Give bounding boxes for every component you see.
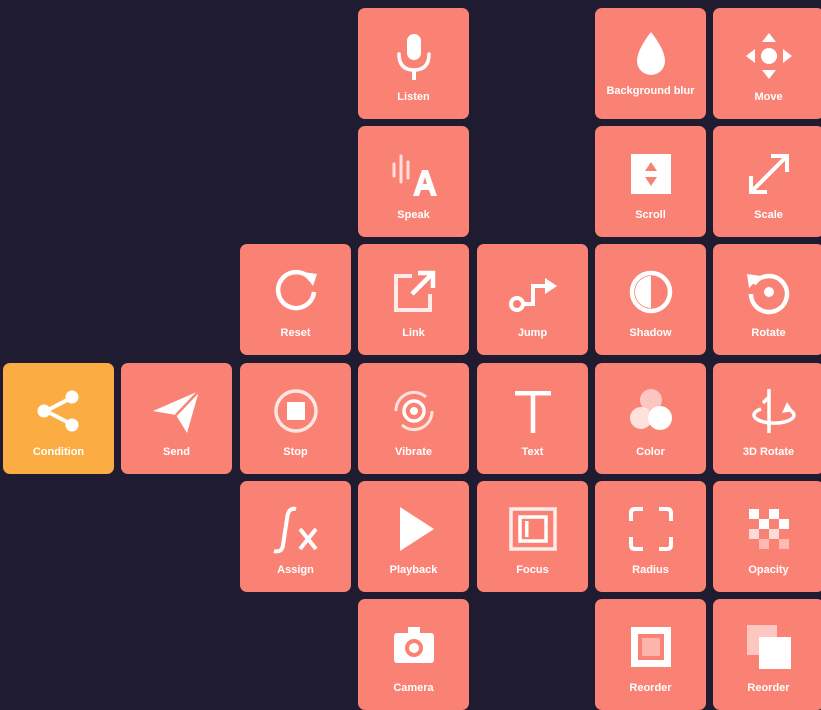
paper-plane-icon [121, 383, 232, 439]
tile-label: Vibrate [394, 446, 433, 458]
color-icon [595, 383, 706, 439]
tile-speak[interactable]: Speak [358, 126, 469, 237]
tile-label: Color [636, 446, 665, 458]
tile-label: Radius [632, 564, 669, 576]
scroll-icon [595, 146, 706, 202]
external-link-icon [358, 264, 469, 320]
scale-icon [713, 146, 821, 202]
tile-label: Scale [754, 209, 783, 221]
tile-label: Listen [397, 91, 430, 103]
tile-label: Jump [517, 327, 548, 339]
speak-icon [358, 146, 469, 202]
tile-label: Opacity [748, 564, 789, 576]
tile-opacity[interactable]: Opacity [713, 481, 821, 592]
microphone-icon [358, 28, 469, 84]
tile-label: Move [754, 91, 783, 103]
jump-icon [477, 264, 588, 320]
tile-label: Stop [283, 446, 308, 458]
tile-background-blur[interactable]: Background blur [595, 8, 706, 119]
tile-vibrate[interactable]: Vibrate [358, 363, 469, 474]
tile-stop[interactable]: Stop [240, 363, 351, 474]
stop-icon [240, 383, 351, 439]
move-arrows-icon [713, 28, 821, 84]
reset-icon [240, 264, 351, 320]
tile-label: Text [521, 446, 544, 458]
tile-send[interactable]: Send [121, 363, 232, 474]
opacity-icon [713, 501, 821, 557]
tile-condition[interactable]: Condition [3, 363, 114, 474]
share-icon [3, 383, 114, 439]
tile-label: Link [402, 327, 425, 339]
tile-label: Shadow [629, 327, 672, 339]
tile-camera[interactable]: Camera [358, 599, 469, 710]
tile-label: Reorder [747, 682, 790, 694]
tile-label: Assign [277, 564, 314, 576]
tile-move[interactable]: Move [713, 8, 821, 119]
tile-shadow[interactable]: Shadow [595, 244, 706, 355]
tile-label: Reorder [629, 682, 672, 694]
function-icon [240, 501, 351, 557]
tile-label: Focus [516, 564, 549, 576]
tile-label: Background blur [606, 85, 695, 97]
tile-label: Condition [32, 446, 85, 458]
play-icon [358, 501, 469, 557]
tile-reset[interactable]: Reset [240, 244, 351, 355]
tile-label: Rotate [751, 327, 786, 339]
tile-label: Playback [389, 564, 438, 576]
tile-focus[interactable]: Focus [477, 481, 588, 592]
tile-radius[interactable]: Radius [595, 481, 706, 592]
rotate-3d-icon [713, 383, 821, 439]
tile-scale[interactable]: Scale [713, 126, 821, 237]
tile-3d-rotate[interactable]: 3D Rotate [713, 363, 821, 474]
tile-playback[interactable]: Playback [358, 481, 469, 592]
tile-reorder-2[interactable]: Reorder [713, 599, 821, 710]
tile-label: Send [163, 446, 190, 458]
tile-label: Camera [393, 682, 434, 694]
tile-label: Speak [397, 209, 430, 221]
reorder-icon [595, 619, 706, 675]
text-icon [477, 383, 588, 439]
vibrate-icon [358, 383, 469, 439]
tile-label: 3D Rotate [742, 446, 795, 458]
radius-icon [595, 501, 706, 557]
tile-rotate[interactable]: Rotate [713, 244, 821, 355]
rotate-icon [713, 264, 821, 320]
tile-jump[interactable]: Jump [477, 244, 588, 355]
tile-text[interactable]: Text [477, 363, 588, 474]
focus-icon [477, 501, 588, 557]
camera-icon [358, 619, 469, 675]
tile-scroll[interactable]: Scroll [595, 126, 706, 237]
shadow-icon [595, 264, 706, 320]
tile-reorder-1[interactable]: Reorder [595, 599, 706, 710]
tile-listen[interactable]: Listen [358, 8, 469, 119]
tile-assign[interactable]: Assign [240, 481, 351, 592]
tile-color[interactable]: Color [595, 363, 706, 474]
tile-label: Reset [280, 327, 311, 339]
tile-link[interactable]: Link [358, 244, 469, 355]
tile-label: Scroll [635, 209, 666, 221]
droplet-icon [595, 28, 706, 84]
layers-icon [713, 619, 821, 675]
